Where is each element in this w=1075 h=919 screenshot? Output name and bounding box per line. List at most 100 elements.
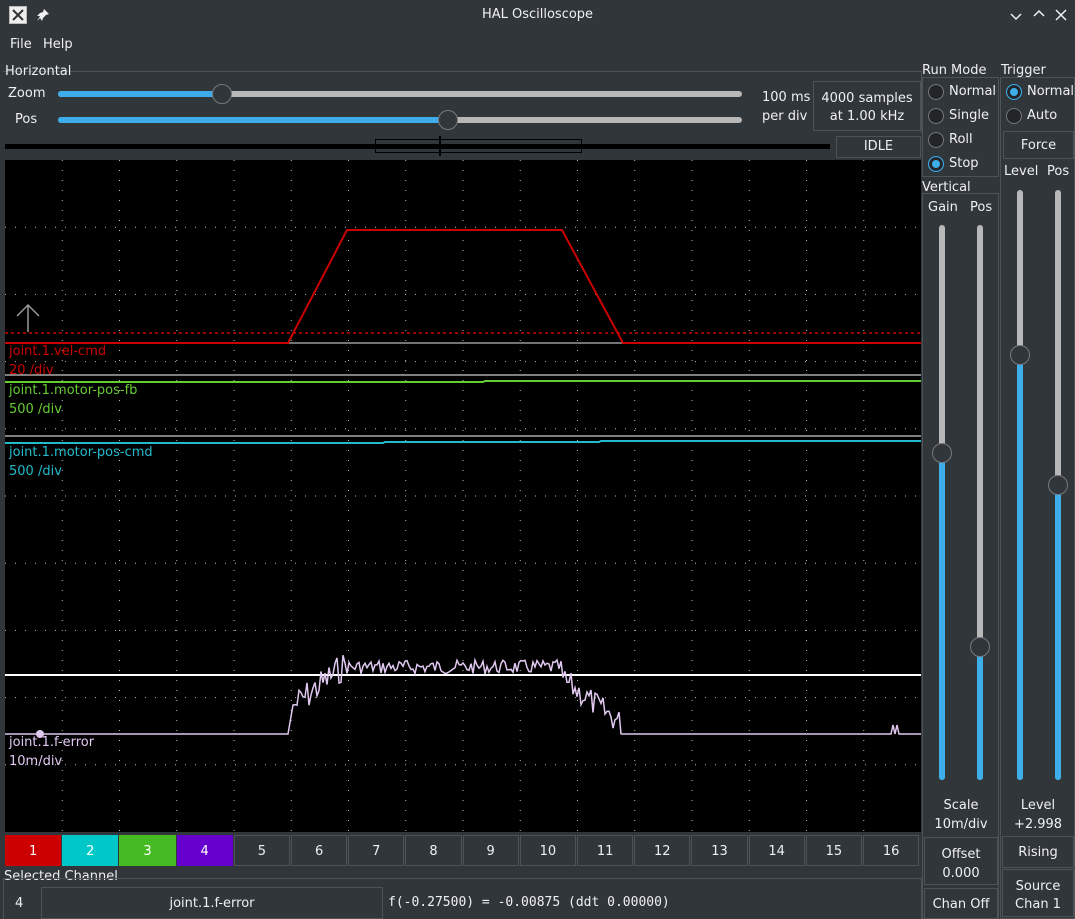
trace-4-scale: 10m/div	[9, 754, 63, 769]
channel-button-16[interactable]: 16	[863, 835, 920, 866]
trigger-auto-label[interactable]: Auto	[1027, 108, 1057, 123]
force-button[interactable]: Force	[1003, 131, 1074, 159]
trigger-title: Trigger	[1001, 63, 1046, 78]
trigger-pos-label: Pos	[1047, 164, 1070, 179]
scope-display[interactable]: joint.1.vel-cmd 20 /div joint.1.motor-po…	[5, 160, 921, 832]
per-div-unit: per div	[762, 109, 808, 124]
minimize-icon[interactable]	[1008, 8, 1024, 24]
trigger-level-label: Level	[1004, 164, 1039, 179]
run-mode-single-radio[interactable]	[928, 108, 944, 124]
zoom-slider[interactable]	[58, 91, 742, 97]
channel-button-14[interactable]: 14	[748, 835, 805, 866]
run-mode-roll-label[interactable]: Roll	[949, 132, 973, 147]
pos-label: Pos	[15, 112, 38, 127]
trace-4-name: joint.1.f-error	[9, 735, 95, 750]
zoom-label: Zoom	[8, 86, 46, 101]
channel-button-5[interactable]: 5	[233, 835, 290, 866]
vertical-pos-label: Pos	[970, 200, 993, 215]
pos-slider-handle[interactable]	[437, 110, 458, 130]
channel-button-15[interactable]: 15	[805, 835, 862, 866]
trigger-edge-button[interactable]: Rising	[1002, 836, 1074, 868]
trace-2-name: joint.1.motor-pos-fb	[9, 383, 138, 398]
trigger-level-title: Level	[1020, 798, 1056, 813]
app-icon[interactable]	[9, 6, 27, 24]
menu-help[interactable]: Help	[43, 36, 73, 54]
chan-off-button[interactable]: Chan Off	[924, 888, 998, 919]
channel-button-6[interactable]: 6	[291, 835, 348, 866]
vertical-scale-title: Scale	[943, 798, 979, 813]
channel-button-2[interactable]: 2	[62, 835, 119, 866]
trace-1-line	[5, 229, 921, 344]
trigger-source-value: Chan 1	[1015, 897, 1061, 912]
channel-button-9[interactable]: 9	[462, 835, 519, 866]
trace-3-scale: 500 /div	[9, 464, 62, 479]
selected-channel-number: 4	[15, 896, 24, 911]
trigger-level-reading: +2.998	[1013, 817, 1063, 832]
scope-grid	[5, 160, 921, 832]
run-mode-normal-radio[interactable]	[928, 84, 944, 100]
channel-button-4[interactable]: 4	[176, 835, 233, 866]
vertical-pos-slider-handle[interactable]	[970, 636, 990, 657]
vertical-scale-value: 10m/div	[934, 817, 988, 832]
per-div-value: 100 ms	[762, 90, 811, 105]
vertical-offset-value: 0.000	[942, 866, 980, 881]
vertical-title: Vertical	[922, 180, 971, 195]
menu-file[interactable]: File	[10, 36, 32, 54]
trace-lines	[5, 229, 921, 738]
vertical-scale-box: Scale 10m/div	[924, 796, 998, 836]
trigger-auto-radio[interactable]	[1006, 108, 1022, 124]
trigger-normal-radio[interactable]	[1006, 84, 1022, 100]
sample-rate: at 1.00 kHz	[829, 109, 905, 124]
run-mode-roll-radio[interactable]	[928, 132, 944, 148]
channel-button-13[interactable]: 13	[691, 835, 748, 866]
trigger-source-title: Source	[1015, 879, 1061, 894]
run-mode-single-label[interactable]: Single	[949, 108, 989, 123]
selected-channel-name-button[interactable]: joint.1.f-error	[41, 887, 383, 919]
close-icon[interactable]	[1053, 7, 1069, 23]
run-mode-normal-label[interactable]: Normal	[949, 84, 996, 99]
trigger-pos-slider-handle[interactable]	[1048, 475, 1068, 495]
scope-canvas[interactable]	[5, 160, 921, 832]
trace-3-line	[5, 440, 921, 444]
vertical-gain-slider[interactable]	[939, 225, 945, 780]
samples-count: 4000 samples	[821, 91, 913, 106]
menu-bar: File Help	[0, 30, 1075, 60]
vertical-offset-title: Offset	[941, 847, 981, 862]
vertical-offset-button[interactable]: Offset 0.000	[924, 837, 998, 885]
title-bar: HAL Oscilloscope	[0, 0, 1075, 30]
trigger-level-box: Level +2.998	[1002, 796, 1074, 836]
trigger-arrow-icon	[15, 302, 41, 334]
selected-channel-readout: f(-0.27500) = -0.00875 (ddt 0.00000)	[388, 895, 670, 910]
channel-button-7[interactable]: 7	[348, 835, 405, 866]
channel-button-12[interactable]: 12	[634, 835, 691, 866]
pos-slider[interactable]	[58, 117, 742, 123]
vertical-gain-slider-handle[interactable]	[932, 442, 952, 463]
channel-button-1[interactable]: 1	[5, 835, 62, 866]
trigger-group	[1000, 77, 1075, 919]
channel-button-3[interactable]: 3	[119, 835, 176, 866]
trigger-level-slider[interactable]	[1017, 190, 1023, 780]
trace-2-line	[5, 380, 921, 383]
channel-button-10[interactable]: 10	[519, 835, 576, 866]
run-mode-title: Run Mode	[922, 63, 987, 78]
trigger-normal-label[interactable]: Normal	[1027, 84, 1074, 99]
sample-info-box: 4000 samples at 1.00 kHz	[813, 81, 921, 131]
trace-2-scale: 500 /div	[9, 402, 62, 417]
trigger-source-button[interactable]: Source Chan 1	[1002, 869, 1074, 917]
status-indicator: IDLE	[836, 136, 921, 158]
trace-1-name: joint.1.vel-cmd	[9, 344, 107, 359]
channel-button-11[interactable]: 11	[577, 835, 634, 866]
trace-1-scale: 20 /div	[9, 363, 54, 378]
pin-icon[interactable]	[35, 7, 51, 23]
window-title: HAL Oscilloscope	[481, 7, 594, 22]
run-mode-stop-radio[interactable]	[928, 156, 944, 172]
record-position-bar[interactable]: IDLE	[5, 136, 921, 158]
horizontal-title: Horizontal	[5, 64, 72, 79]
trace-3-name: joint.1.motor-pos-cmd	[9, 445, 153, 460]
channel-button-8[interactable]: 8	[405, 835, 462, 866]
run-mode-stop-label[interactable]: Stop	[949, 156, 979, 171]
trace-4-line	[5, 655, 921, 735]
maximize-icon[interactable]	[1031, 6, 1047, 22]
vertical-pos-slider[interactable]	[977, 225, 983, 780]
vertical-gain-label: Gain	[928, 200, 958, 215]
